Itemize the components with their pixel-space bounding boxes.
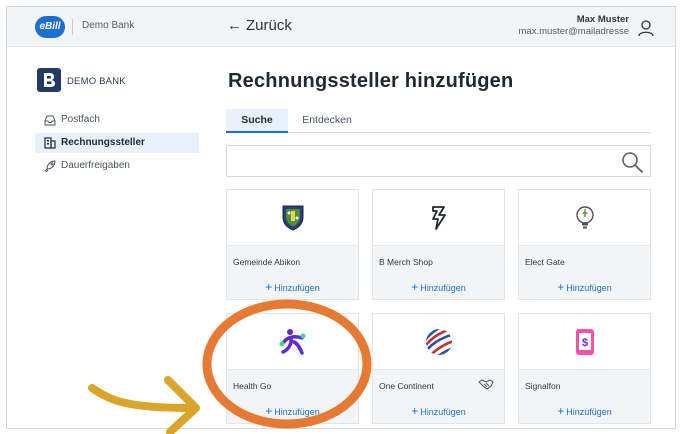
demo-bank-logo-icon xyxy=(37,68,61,92)
biller-card: Gemeinde Abikon + Hinzufügen xyxy=(226,189,359,300)
arrow-left-icon: ← xyxy=(227,17,242,34)
ebill-logo: eBill xyxy=(35,16,65,38)
coat-of-arms-icon xyxy=(282,205,303,231)
add-biller-button[interactable]: + Hinzufügen xyxy=(519,404,650,418)
app-window: eBill Demo Bank ← Zurück Max Muster max.m… xyxy=(6,6,676,429)
search-icon[interactable] xyxy=(620,150,644,174)
divider xyxy=(72,19,73,35)
sidebar-item-postfach[interactable]: Postfach xyxy=(35,110,199,130)
add-label: Hinzufügen xyxy=(274,407,320,417)
biller-logo xyxy=(519,190,650,246)
page-title: Rechnungssteller hinzufügen xyxy=(228,70,514,92)
biller-logo xyxy=(227,314,358,370)
user-icon[interactable] xyxy=(637,19,655,37)
biller-logo xyxy=(373,190,504,246)
back-button[interactable]: ← Zurück xyxy=(227,17,292,34)
biller-card: Health Go + Hinzufügen xyxy=(226,313,359,424)
tab-suche[interactable]: Suche xyxy=(226,109,288,133)
user-email: max.muster@mailadresse xyxy=(518,26,629,37)
sidebar-item-label: Rechnungssteller xyxy=(61,137,145,148)
handshake-icon xyxy=(478,379,494,390)
plus-icon: + xyxy=(265,280,273,294)
plus-icon: + xyxy=(265,404,273,418)
biller-name: Signalfon xyxy=(525,381,561,391)
add-label: Hinzufügen xyxy=(566,283,612,293)
plus-icon: + xyxy=(411,404,419,418)
add-label: Hinzufügen xyxy=(420,407,466,417)
add-biller-button[interactable]: + Hinzufügen xyxy=(373,280,504,294)
plus-icon: + xyxy=(411,280,419,294)
add-label: Hinzufügen xyxy=(420,283,466,293)
sidebar-item-dauerfreigaben[interactable]: Dauerfreigaben xyxy=(35,156,199,176)
sidebar-item-label: Dauerfreigaben xyxy=(61,160,130,171)
user-name: Max Muster xyxy=(576,14,629,25)
globe-stripes-icon xyxy=(425,328,452,355)
biller-name: Health Go xyxy=(233,381,272,391)
biller-name: One Continent xyxy=(379,381,434,391)
rocket-icon xyxy=(44,160,56,173)
inbox-icon xyxy=(44,115,56,126)
plus-icon: + xyxy=(557,280,565,294)
biller-name: B Merch Shop xyxy=(379,257,433,267)
biller-name: Elect Gate xyxy=(525,257,565,267)
add-label: Hinzufügen xyxy=(274,283,320,293)
svg-text:$: $ xyxy=(581,337,587,349)
biller-logo: $ xyxy=(519,314,650,370)
sidebar-item-rechnungssteller[interactable]: Rechnungssteller xyxy=(35,133,199,153)
back-label: Zurück xyxy=(246,17,292,34)
biller-logo xyxy=(373,314,504,370)
sidebar-nav: Postfach Rechnungssteller Dauerfreigaben xyxy=(35,110,199,179)
biller-name: Gemeinde Abikon xyxy=(233,257,301,267)
add-biller-button[interactable]: + Hinzufügen xyxy=(373,404,504,418)
search-input[interactable] xyxy=(233,150,613,172)
health-go-logo-icon xyxy=(279,328,305,355)
biller-card: Elect Gate + Hinzufügen xyxy=(518,189,651,300)
add-biller-button[interactable]: + Hinzufügen xyxy=(519,280,650,294)
add-label: Hinzufügen xyxy=(566,407,612,417)
phone-dollar-icon: $ xyxy=(575,328,594,355)
sidebar-item-label: Postfach xyxy=(61,114,100,125)
add-biller-button[interactable]: + Hinzufügen xyxy=(227,280,358,294)
add-biller-button[interactable]: + Hinzufügen xyxy=(227,404,358,418)
lightbulb-icon xyxy=(575,205,594,228)
top-bar: eBill Demo Bank ← Zurück Max Muster max.m… xyxy=(7,7,675,47)
biller-card: $ Signalfon + Hinzufügen xyxy=(518,313,651,424)
bank-name: Demo Bank xyxy=(82,20,135,31)
b-merch-logo-icon xyxy=(431,205,446,230)
biller-card: B Merch Shop + Hinzufügen xyxy=(372,189,505,300)
sidebar-bank-label: DEMO BANK xyxy=(67,76,126,87)
biller-card: One Continent + Hinzufügen xyxy=(372,313,505,424)
tab-bar: Suche Entdecken xyxy=(226,109,651,133)
tab-entdecken[interactable]: Entdecken xyxy=(292,109,362,133)
building-icon xyxy=(44,137,56,149)
biller-logo xyxy=(227,190,358,246)
plus-icon: + xyxy=(557,404,565,418)
search-box xyxy=(226,145,651,177)
